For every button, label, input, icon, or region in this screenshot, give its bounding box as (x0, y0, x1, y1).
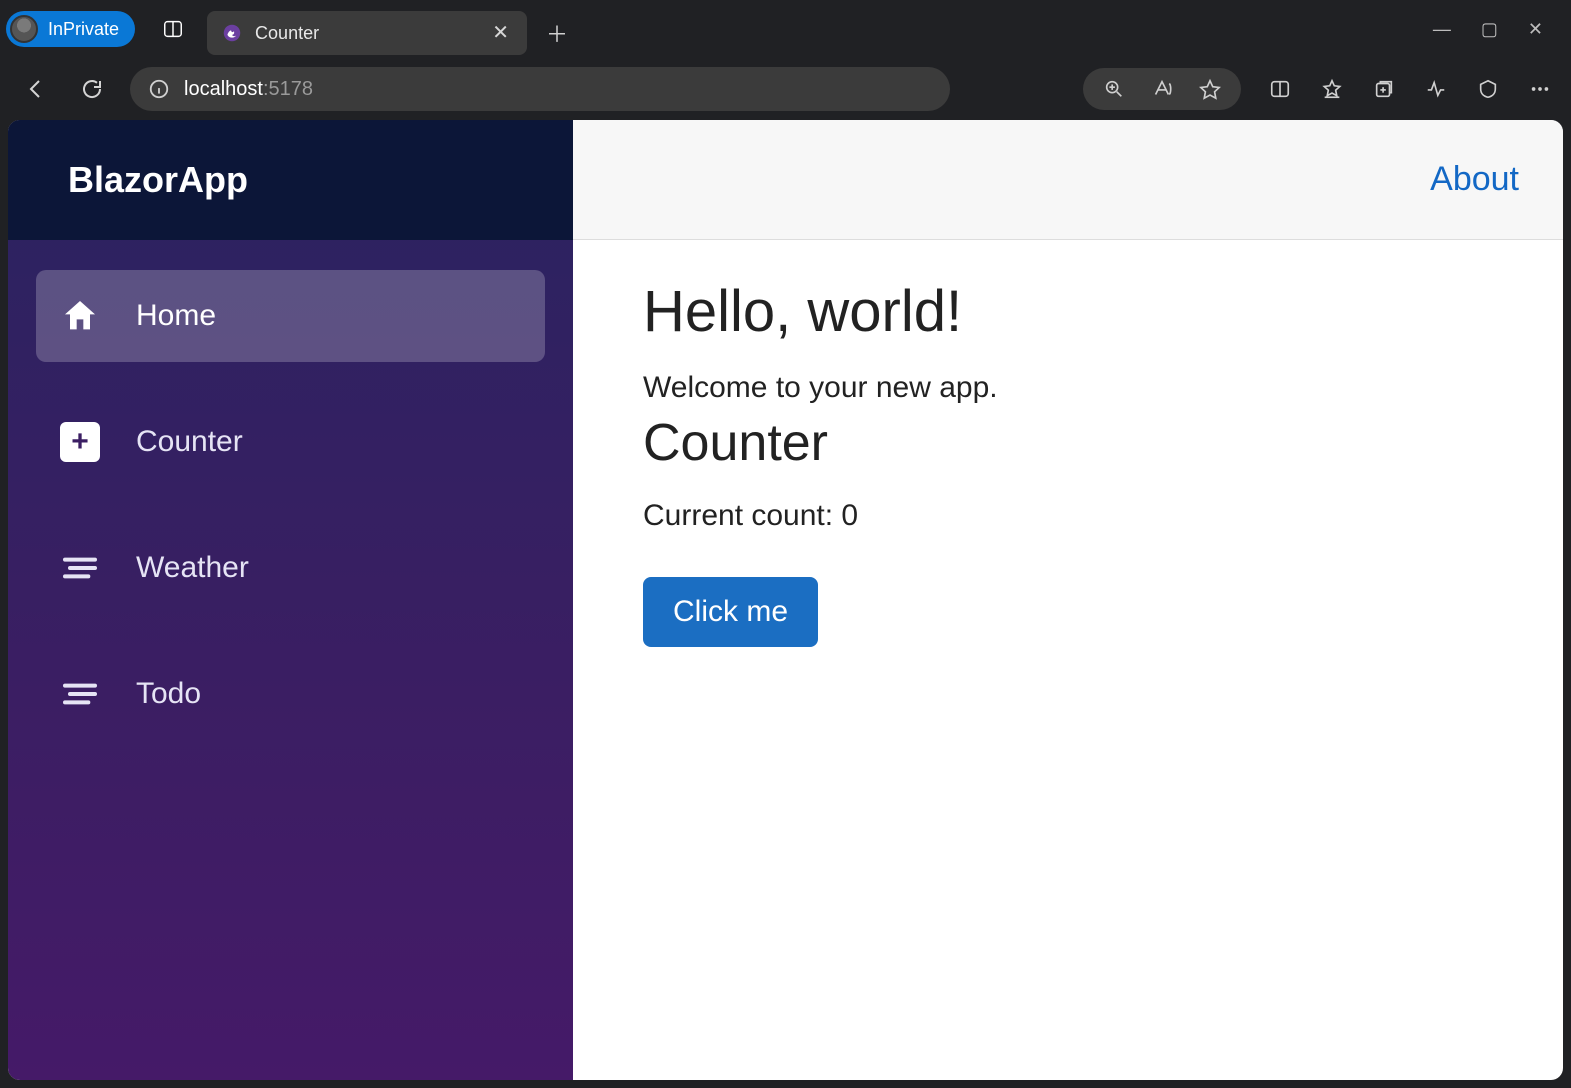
more-menu-icon[interactable] (1527, 76, 1553, 102)
home-icon (58, 294, 102, 338)
favorite-star-icon[interactable] (1197, 76, 1223, 102)
sidebar-item-home[interactable]: Home (36, 270, 545, 362)
back-button[interactable] (18, 71, 54, 107)
read-aloud-icon[interactable] (1149, 76, 1175, 102)
tab-close-icon[interactable]: ✕ (488, 19, 513, 47)
url-host: localhost (184, 78, 263, 100)
main: Hello, world! Welcome to your new app. C… (573, 240, 1563, 685)
sidebar-item-todo[interactable]: Todo (36, 648, 545, 740)
performance-icon[interactable] (1423, 76, 1449, 102)
favorites-list-icon[interactable] (1319, 76, 1345, 102)
new-tab-button[interactable]: ＋ (537, 13, 577, 53)
sidebar-item-label: Todo (136, 677, 201, 711)
tab-actions-icon[interactable] (153, 9, 193, 49)
inprivate-label: InPrivate (48, 19, 119, 40)
click-me-button[interactable]: Click me (643, 577, 818, 647)
content: About Hello, world! Welcome to your new … (573, 120, 1563, 1080)
minimize-icon[interactable]: — (1433, 19, 1451, 40)
welcome-text: Welcome to your new app. (643, 371, 1493, 405)
sidebar-item-label: Weather (136, 551, 249, 585)
window-controls: — ▢ ✕ (1433, 19, 1565, 40)
sidebar-item-label: Home (136, 299, 216, 333)
plus-box-icon: + (58, 420, 102, 464)
site-info-icon[interactable] (148, 78, 170, 100)
browser-tab[interactable]: Counter ✕ (207, 11, 527, 55)
refresh-button[interactable] (74, 71, 110, 107)
url-field[interactable]: localhost:5178 (130, 67, 950, 111)
list-icon (58, 672, 102, 716)
page-viewport: BlazorApp Home + Counter (8, 120, 1563, 1080)
current-count: Current count: 0 (643, 499, 1493, 533)
address-bar: localhost:5178 (0, 58, 1571, 120)
collections-icon[interactable] (1371, 76, 1397, 102)
app-brand[interactable]: BlazorApp (8, 120, 573, 240)
avatar-icon (10, 15, 38, 43)
sidebar-item-label: Counter (136, 425, 243, 459)
maximize-icon[interactable]: ▢ (1481, 19, 1498, 40)
zoom-icon[interactable] (1101, 76, 1127, 102)
nav: Home + Counter Weather (8, 240, 573, 770)
about-link[interactable]: About (1430, 160, 1519, 199)
blazor-favicon-icon (221, 22, 243, 44)
inprivate-badge[interactable]: InPrivate (6, 11, 135, 47)
close-window-icon[interactable]: ✕ (1528, 19, 1543, 40)
browser-window: InPrivate Counter ✕ ＋ — ▢ ✕ (0, 0, 1571, 1088)
list-icon (58, 546, 102, 590)
toolbar-right (1083, 68, 1553, 110)
titlebar: InPrivate Counter ✕ ＋ — ▢ ✕ (0, 0, 1571, 58)
sidebar: BlazorApp Home + Counter (8, 120, 573, 1080)
url-port: :5178 (263, 78, 313, 100)
sidebar-item-counter[interactable]: + Counter (36, 396, 545, 488)
browser-essentials-icon[interactable] (1475, 76, 1501, 102)
sidebar-item-weather[interactable]: Weather (36, 522, 545, 614)
tab-title: Counter (255, 23, 476, 44)
split-screen-icon[interactable] (1267, 76, 1293, 102)
hello-heading: Hello, world! (643, 278, 1493, 345)
top-row: About (573, 120, 1563, 240)
counter-heading: Counter (643, 413, 1493, 473)
